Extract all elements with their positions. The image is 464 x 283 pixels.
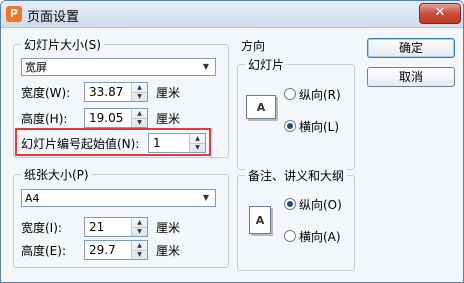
paper-height-label: 高度(E): xyxy=(21,244,66,258)
slide-width-stepper[interactable]: 33.87 ▲ ▼ xyxy=(84,82,148,102)
ok-button[interactable]: 确定 xyxy=(367,38,455,58)
paper-width-value: 21 xyxy=(89,220,105,234)
landscape-page-icon: A xyxy=(246,95,276,119)
dialog-title: 页面设置 xyxy=(27,10,80,25)
paper-size-select[interactable]: A4 ▼ xyxy=(21,189,216,207)
slide-width-unit: 厘米 xyxy=(156,86,181,100)
start-number-value: 1 xyxy=(153,136,161,150)
orientation-title: 方向 xyxy=(241,39,266,53)
paper-height-unit: 厘米 xyxy=(156,244,181,258)
slide-width-value: 33.87 xyxy=(89,85,124,99)
page-setup-dialog: P 页面设置 ✕ 幻灯片大小(S) 宽屏 ▼ 宽度(W): 33.87 ▲ ▼ … xyxy=(0,0,464,283)
slides-landscape-label[interactable]: 横向(L) xyxy=(299,118,339,135)
cancel-button[interactable]: 取消 xyxy=(367,67,455,87)
paper-width-stepper[interactable]: 21 ▲ ▼ xyxy=(84,217,148,237)
paper-width-label: 宽度(I): xyxy=(21,221,62,235)
spin-down-icon[interactable]: ▼ xyxy=(132,227,147,236)
spin-down-icon[interactable]: ▼ xyxy=(132,250,147,259)
slide-height-value: 19.05 xyxy=(89,111,124,125)
paper-height-spin-buttons: ▲ ▼ xyxy=(131,241,147,259)
slide-size-legend: 幻灯片大小(S) xyxy=(21,36,104,53)
close-button[interactable]: ✕ xyxy=(419,3,461,24)
spin-down-icon[interactable]: ▼ xyxy=(190,143,205,152)
landscape-page-letter: A xyxy=(256,100,266,114)
slide-height-spin-buttons: ▲ ▼ xyxy=(131,109,147,127)
slide-height-stepper[interactable]: 19.05 ▲ ▼ xyxy=(84,108,148,128)
portrait-page-icon: A xyxy=(249,206,271,234)
start-number-stepper[interactable]: 1 ▲ ▼ xyxy=(148,133,206,153)
slides-orientation-legend: 幻灯片 xyxy=(245,56,288,73)
paper-height-stepper[interactable]: 29.7 ▲ ▼ xyxy=(84,240,148,260)
slides-portrait-radio[interactable] xyxy=(284,88,296,100)
title-bar: P 页面设置 ✕ xyxy=(1,1,463,28)
slides-landscape-radio[interactable] xyxy=(284,120,296,132)
slide-width-label: 宽度(W): xyxy=(21,86,71,100)
notes-landscape-radio[interactable] xyxy=(284,230,296,242)
chevron-down-icon: ▼ xyxy=(202,62,210,71)
start-number-label: 幻灯片编号起始值(N): xyxy=(21,137,140,151)
dialog-body: 幻灯片大小(S) 宽屏 ▼ 宽度(W): 33.87 ▲ ▼ 厘米 高度(H):… xyxy=(1,28,463,282)
app-icon: P xyxy=(6,6,22,22)
portrait-page-letter: A xyxy=(255,213,265,227)
chevron-down-icon: ▼ xyxy=(202,193,210,202)
slide-size-selected: 宽屏 xyxy=(25,61,47,74)
slide-height-unit: 厘米 xyxy=(156,112,181,126)
notes-landscape-label[interactable]: 横向(A) xyxy=(299,228,341,245)
slide-width-spin-buttons: ▲ ▼ xyxy=(131,83,147,101)
paper-size-legend: 纸张大小(P) xyxy=(21,166,92,183)
slides-portrait-label[interactable]: 纵向(R) xyxy=(299,86,341,103)
notes-orientation-legend: 备注、讲义和大纲 xyxy=(245,167,348,184)
notes-portrait-radio[interactable] xyxy=(284,198,296,210)
paper-width-spin-buttons: ▲ ▼ xyxy=(131,218,147,236)
slide-height-label: 高度(H): xyxy=(21,112,68,126)
spin-down-icon[interactable]: ▼ xyxy=(132,92,147,101)
paper-size-selected: A4 xyxy=(25,192,40,205)
notes-portrait-label[interactable]: 纵向(O) xyxy=(299,196,342,213)
start-number-spin-buttons: ▲ ▼ xyxy=(189,134,205,152)
slide-size-select[interactable]: 宽屏 ▼ xyxy=(21,58,216,76)
paper-height-value: 29.7 xyxy=(89,243,116,257)
paper-width-unit: 厘米 xyxy=(156,221,181,235)
spin-down-icon[interactable]: ▼ xyxy=(132,118,147,127)
